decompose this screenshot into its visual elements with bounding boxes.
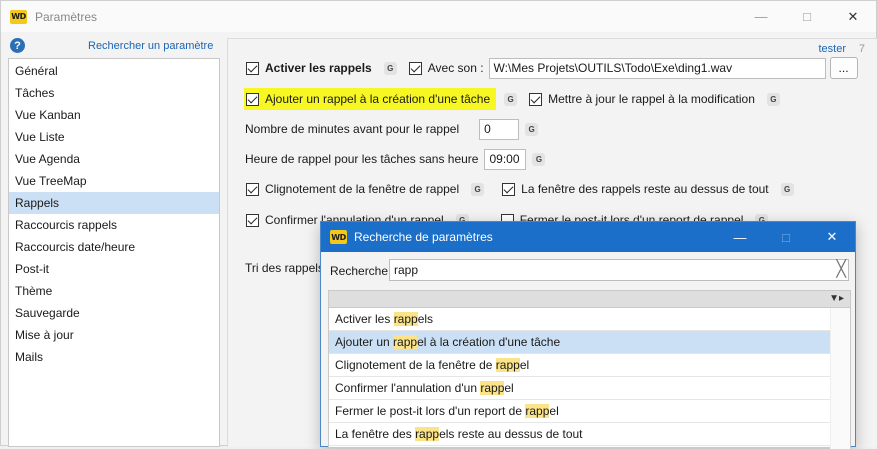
- mettre-a-jour-checkbox[interactable]: [529, 92, 543, 106]
- close-icon[interactable]: ✕: [809, 222, 855, 252]
- result-text-before: Ajouter un: [335, 335, 394, 349]
- dialog-title: Recherche de paramètres: [354, 230, 493, 244]
- heure-input[interactable]: 09:00: [484, 148, 527, 170]
- minutes-input[interactable]: 0: [479, 118, 520, 140]
- maximize-icon[interactable]: □: [784, 1, 830, 32]
- filter-icon[interactable]: ▼▸: [829, 293, 844, 304]
- global-badge: G: [766, 92, 780, 106]
- category-item[interactable]: Post-it: [9, 258, 219, 280]
- minimize-icon[interactable]: —: [738, 1, 784, 32]
- corner-number: 7: [858, 43, 865, 55]
- confirmer-checkbox[interactable]: [246, 213, 259, 227]
- category-item[interactable]: Raccourcis date/heure: [9, 236, 219, 258]
- ajouter-rappel-highlight: Ajouter un rappel à la création d'une tâ…: [244, 88, 497, 110]
- result-text-after: els: [417, 312, 434, 326]
- results-scrollbar[interactable]: [830, 308, 850, 449]
- close-icon[interactable]: ✕: [830, 1, 876, 32]
- result-row[interactable]: La fenêtre des rappels reste au dessus d…: [329, 423, 831, 446]
- result-text-after: els reste au dessus de tout: [439, 427, 583, 441]
- result-text-match: rapp: [393, 312, 418, 326]
- result-text-before: La fenêtre des: [335, 427, 416, 441]
- category-item[interactable]: Thème: [9, 280, 219, 302]
- category-item[interactable]: Rappels: [9, 192, 219, 214]
- minutes-label: Nombre de minutes avant pour le rappel: [245, 122, 460, 136]
- heure-label: Heure de rappel pour les tâches sans heu…: [245, 152, 479, 166]
- category-item[interactable]: Raccourcis rappels: [9, 214, 219, 236]
- category-item[interactable]: Vue TreeMap: [9, 170, 219, 192]
- result-text-after: el: [504, 381, 514, 395]
- global-badge: G: [471, 182, 485, 196]
- main-titlebar: WD Paramètres — □ ✕: [1, 1, 876, 32]
- mettre-a-jour-label: Mettre à jour le rappel à la modificatio…: [548, 92, 755, 106]
- fenetre-dessus-label: La fenêtre des rappels reste au dessus d…: [521, 182, 769, 196]
- main-window: WD Paramètres — □ ✕ ? Rechercher un para…: [0, 0, 877, 449]
- browse-button[interactable]: ...: [829, 57, 858, 79]
- category-item[interactable]: Sauvegarde: [9, 302, 219, 324]
- result-text-after: el: [549, 404, 559, 418]
- result-text-before: Confirmer l'annulation d'un: [335, 381, 481, 395]
- result-row[interactable]: Clignotement de la fenêtre de rappel: [329, 354, 831, 377]
- search-dialog: WD Recherche de paramètres — □ ✕ Recherc…: [320, 221, 856, 449]
- result-text-match: rapp: [480, 381, 505, 395]
- category-item[interactable]: Vue Liste: [9, 126, 219, 148]
- category-item[interactable]: Général: [9, 60, 219, 82]
- result-text-before: Activer les: [335, 312, 394, 326]
- ajouter-rappel-checkbox[interactable]: [246, 92, 259, 106]
- result-text-match: rapp: [415, 427, 440, 441]
- global-badge: G: [525, 122, 539, 136]
- search-input[interactable]: rapp ╳: [389, 259, 849, 281]
- result-row[interactable]: Ajouter un rappel à la création d'une tâ…: [329, 331, 831, 354]
- result-text-match: rapp: [525, 404, 550, 418]
- result-row[interactable]: Activer les rappels: [329, 308, 831, 331]
- result-text-before: Clignotement de la fenêtre de: [335, 358, 496, 372]
- activer-rappels-checkbox[interactable]: [246, 61, 259, 75]
- sound-path-input[interactable]: W:\Mes Projets\OUTILS\Todo\Exe\ding1.wav: [488, 57, 826, 79]
- category-item[interactable]: Vue Agenda: [9, 148, 219, 170]
- clear-x-icon[interactable]: ╳: [836, 260, 846, 280]
- window-title: Paramètres: [35, 9, 98, 24]
- clignotement-checkbox[interactable]: [246, 182, 259, 196]
- result-text-after: el à la création d'une tâche: [417, 335, 561, 349]
- result-text-match: rapp: [495, 358, 520, 372]
- result-text-match: rapp: [393, 335, 418, 349]
- app-logo: WD: [10, 9, 27, 24]
- recherche-label: Recherche: [330, 264, 389, 278]
- tester-link[interactable]: tester: [818, 43, 846, 55]
- category-item[interactable]: Tâches: [9, 82, 219, 104]
- search-query: rapp: [394, 263, 419, 277]
- results-header: ▼▸: [329, 291, 850, 308]
- ajouter-rappel-label: Ajouter un rappel à la création d'une tâ…: [265, 92, 491, 106]
- category-item[interactable]: Vue Kanban: [9, 104, 219, 126]
- fenetre-dessus-checkbox[interactable]: [502, 182, 516, 196]
- tri-label: Tri des rappels: [245, 261, 324, 275]
- result-text-before: Fermer le post-it lors d'un report de: [335, 404, 526, 418]
- dialog-titlebar: WD Recherche de paramètres — □ ✕: [321, 222, 855, 252]
- category-item[interactable]: Mails: [9, 346, 219, 368]
- global-badge: G: [780, 182, 794, 196]
- clignotement-label: Clignotement de la fenêtre de rappel: [265, 182, 460, 196]
- activer-rappels-label: Activer les rappels: [265, 61, 372, 75]
- result-row[interactable]: Confirmer l'annulation d'un rappel: [329, 377, 831, 400]
- result-text-after: el: [519, 358, 530, 372]
- avec-son-checkbox[interactable]: [408, 61, 422, 75]
- question-circle-icon[interactable]: ?: [10, 38, 25, 53]
- minimize-icon[interactable]: —: [717, 222, 763, 252]
- global-badge: G: [504, 92, 518, 106]
- app-logo: WD: [330, 230, 347, 244]
- avec-son-label: Avec son :: [427, 61, 484, 75]
- global-badge: G: [383, 61, 397, 75]
- maximize-icon[interactable]: □: [763, 222, 809, 252]
- results-table: ▼▸ Activer les rappels Ajouter un rappel …: [328, 290, 851, 449]
- category-list: Général Tâches Vue Kanban Vue Liste Vue Agen…: [8, 58, 220, 447]
- category-item[interactable]: Mise à jour: [9, 324, 219, 346]
- result-row[interactable]: Fermer le post-it lors d'un report de ra…: [329, 400, 831, 423]
- search-setting-link[interactable]: Rechercher un paramètre: [88, 40, 213, 52]
- global-badge: G: [532, 152, 546, 166]
